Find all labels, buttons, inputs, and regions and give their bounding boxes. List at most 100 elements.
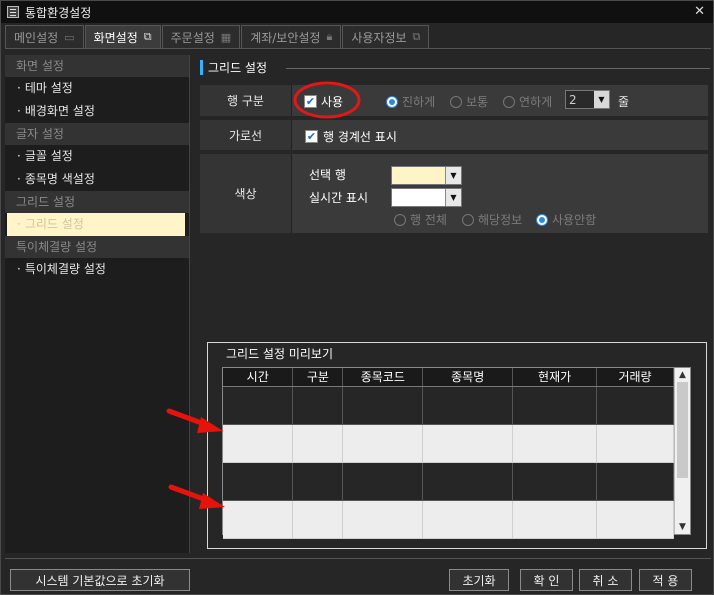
preview-title: 그리드 설정 미리보기 [224, 345, 335, 362]
windows-icon: ⧉ [412, 30, 421, 43]
tab-label: 메인설정 [14, 30, 59, 45]
row-border-checkbox[interactable]: ✔ 행 경계선 표시 [305, 128, 397, 145]
chevron-down-icon[interactable]: ▼ [675, 520, 690, 534]
radio-light[interactable]: 연하게 [503, 93, 552, 110]
chevron-down-icon: ▼ [445, 189, 461, 206]
check-icon: ✔ [305, 130, 318, 143]
lock-icon: 🔒︎ [326, 30, 333, 43]
footer-divider [5, 558, 711, 559]
radio-icon [386, 95, 398, 108]
radio-icon [394, 213, 406, 226]
ok-button[interactable]: 확 인 [520, 569, 573, 591]
apply-button[interactable]: 적 용 [639, 569, 692, 591]
radio-label: 보통 [466, 95, 489, 109]
reset-system-default-button[interactable]: 시스템 기본값으로 초기화 [10, 569, 190, 591]
row-label: 행 구분 [200, 85, 292, 116]
sidebar-item-special-volume[interactable]: · 특이체결량 설정 [5, 258, 189, 281]
main-panel: 그리드 설정 행 구분 ✔ 사용 진하게 보통 연하게 2 ▼ 줄 가로선 ✔ … [194, 55, 711, 553]
chevron-up-icon[interactable]: ▲ [675, 368, 690, 382]
radio-whole-row[interactable]: 행 전체 [394, 211, 447, 228]
cancel-button[interactable]: 취 소 [579, 569, 632, 591]
column-header-type: 구분 [292, 368, 344, 387]
lines-unit: 줄 [618, 95, 630, 109]
tab-user-info[interactable]: 사용자정보 ⧉ [342, 25, 430, 48]
sidebar-item-label: 특이체결량 설정 [24, 262, 106, 276]
chevron-down-icon: ▼ [445, 167, 461, 184]
tab-order-settings[interactable]: 주문설정 ▦ [161, 25, 241, 48]
sidebar-item-label: 글꼴 설정 [24, 149, 73, 163]
radio-label: 연하게 [519, 95, 553, 109]
bullet: · [17, 172, 21, 186]
radio-label: 행 전체 [410, 213, 447, 227]
sidebar-item-theme[interactable]: · 테마 설정 [5, 77, 189, 100]
bullet: · [17, 104, 21, 118]
radio-label: 진하게 [402, 95, 436, 109]
sidebar-header-special-volume: 특이체결량 설정 [5, 236, 189, 258]
table-row [223, 462, 674, 501]
sidebar-header-screen: 화면 설정 [5, 55, 189, 77]
lines-dropdown[interactable]: 2 ▼ [565, 90, 610, 109]
table-row [223, 500, 674, 539]
row-label: 가로선 [200, 120, 292, 150]
bullet: · [17, 81, 21, 95]
red-arrow-icon [166, 408, 223, 433]
tab-account-security[interactable]: 계좌/보안설정 🔒︎ [241, 25, 342, 48]
sidebar-item-font[interactable]: · 글꼴 설정 [5, 145, 189, 168]
radio-label: 해당정보 [478, 213, 523, 227]
radio-label: 사용안함 [552, 213, 597, 227]
color-swatch [392, 167, 445, 184]
sidebar-header-font: 글자 설정 [5, 123, 189, 145]
radio-bold[interactable]: 진하게 [386, 93, 435, 110]
row-division-setting: 행 구분 ✔ 사용 진하게 보통 연하게 2 ▼ 줄 [200, 81, 708, 119]
radio-icon [462, 213, 474, 226]
selected-row-color-picker[interactable]: ▼ [391, 166, 462, 185]
color-swatch [392, 189, 445, 206]
radio-icon [536, 213, 548, 226]
app-icon [7, 6, 19, 18]
monitor-icon: ▭ [64, 30, 75, 44]
sidebar-item-grid[interactable]: · 그리드 설정 [7, 213, 185, 236]
row-gridline-setting: 가로선 ✔ 행 경계선 표시 [200, 120, 708, 150]
sidebar-item-stock-color[interactable]: · 종목명 색설정 [5, 168, 189, 191]
column-header-name: 종목명 [422, 368, 514, 387]
window-title: 통합환경설정 [25, 5, 92, 20]
realtime-color-picker[interactable]: ▼ [391, 188, 462, 207]
tab-label: 화면설정 [93, 30, 138, 45]
radio-icon [450, 95, 462, 108]
highlight-circle [293, 81, 361, 119]
tab-screen-settings[interactable]: 화면설정 ⧉ [84, 25, 161, 48]
checkbox-label: 행 경계선 표시 [323, 130, 397, 144]
tab-main-settings[interactable]: 메인설정 ▭ [5, 25, 84, 48]
chevron-down-icon: ▼ [594, 91, 609, 108]
close-icon[interactable]: ✕ [694, 4, 705, 19]
tab-underline [5, 48, 711, 49]
windows-icon: ⧉ [143, 30, 152, 43]
scroll-thumb[interactable] [677, 382, 688, 478]
sidebar-item-label: 그리드 설정 [24, 217, 84, 231]
reset-button[interactable]: 초기화 [449, 569, 509, 591]
calculator-icon: ▦ [220, 30, 232, 44]
bullet: · [17, 149, 21, 163]
column-header-price: 현재가 [512, 368, 598, 387]
column-header-time: 시간 [223, 368, 294, 387]
radio-normal[interactable]: 보통 [450, 93, 488, 110]
table-row [223, 386, 674, 425]
sidebar-item-label: 종목명 색설정 [24, 172, 95, 186]
radio-icon [503, 95, 515, 108]
bullet: · [17, 262, 21, 276]
column-header-volume: 거래량 [596, 368, 674, 387]
section-divider [286, 68, 710, 69]
column-header-code: 종목코드 [342, 368, 424, 387]
sidebar-header-grid: 그리드 설정 [5, 191, 189, 213]
preview-table: 시간 구분 종목코드 종목명 현재가 거래량 [223, 368, 674, 539]
tab-bar: 메인설정 ▭ 화면설정 ⧉ 주문설정 ▦ 계좌/보안설정 🔒︎ 사용자정보 ⧉ [5, 25, 430, 48]
sidebar-item-background[interactable]: · 배경화면 설정 [5, 100, 189, 123]
grid-preview-group: 그리드 설정 미리보기 시간 구분 종목코드 종목명 현재가 거래량 ▲ ▼ [207, 342, 707, 549]
radio-not-used[interactable]: 사용안함 [536, 211, 596, 228]
accent-bar [200, 60, 203, 75]
settings-window: 통합환경설정 ✕ 메인설정 ▭ 화면설정 ⧉ 주문설정 ▦ 계좌/보안설정 🔒︎… [0, 0, 714, 595]
vertical-scrollbar[interactable]: ▲ ▼ [674, 368, 690, 534]
dropdown-value: 2 [569, 92, 577, 107]
radio-relevant-info[interactable]: 해당정보 [462, 211, 522, 228]
preview-grid: 시간 구분 종목코드 종목명 현재가 거래량 ▲ ▼ [222, 367, 691, 539]
